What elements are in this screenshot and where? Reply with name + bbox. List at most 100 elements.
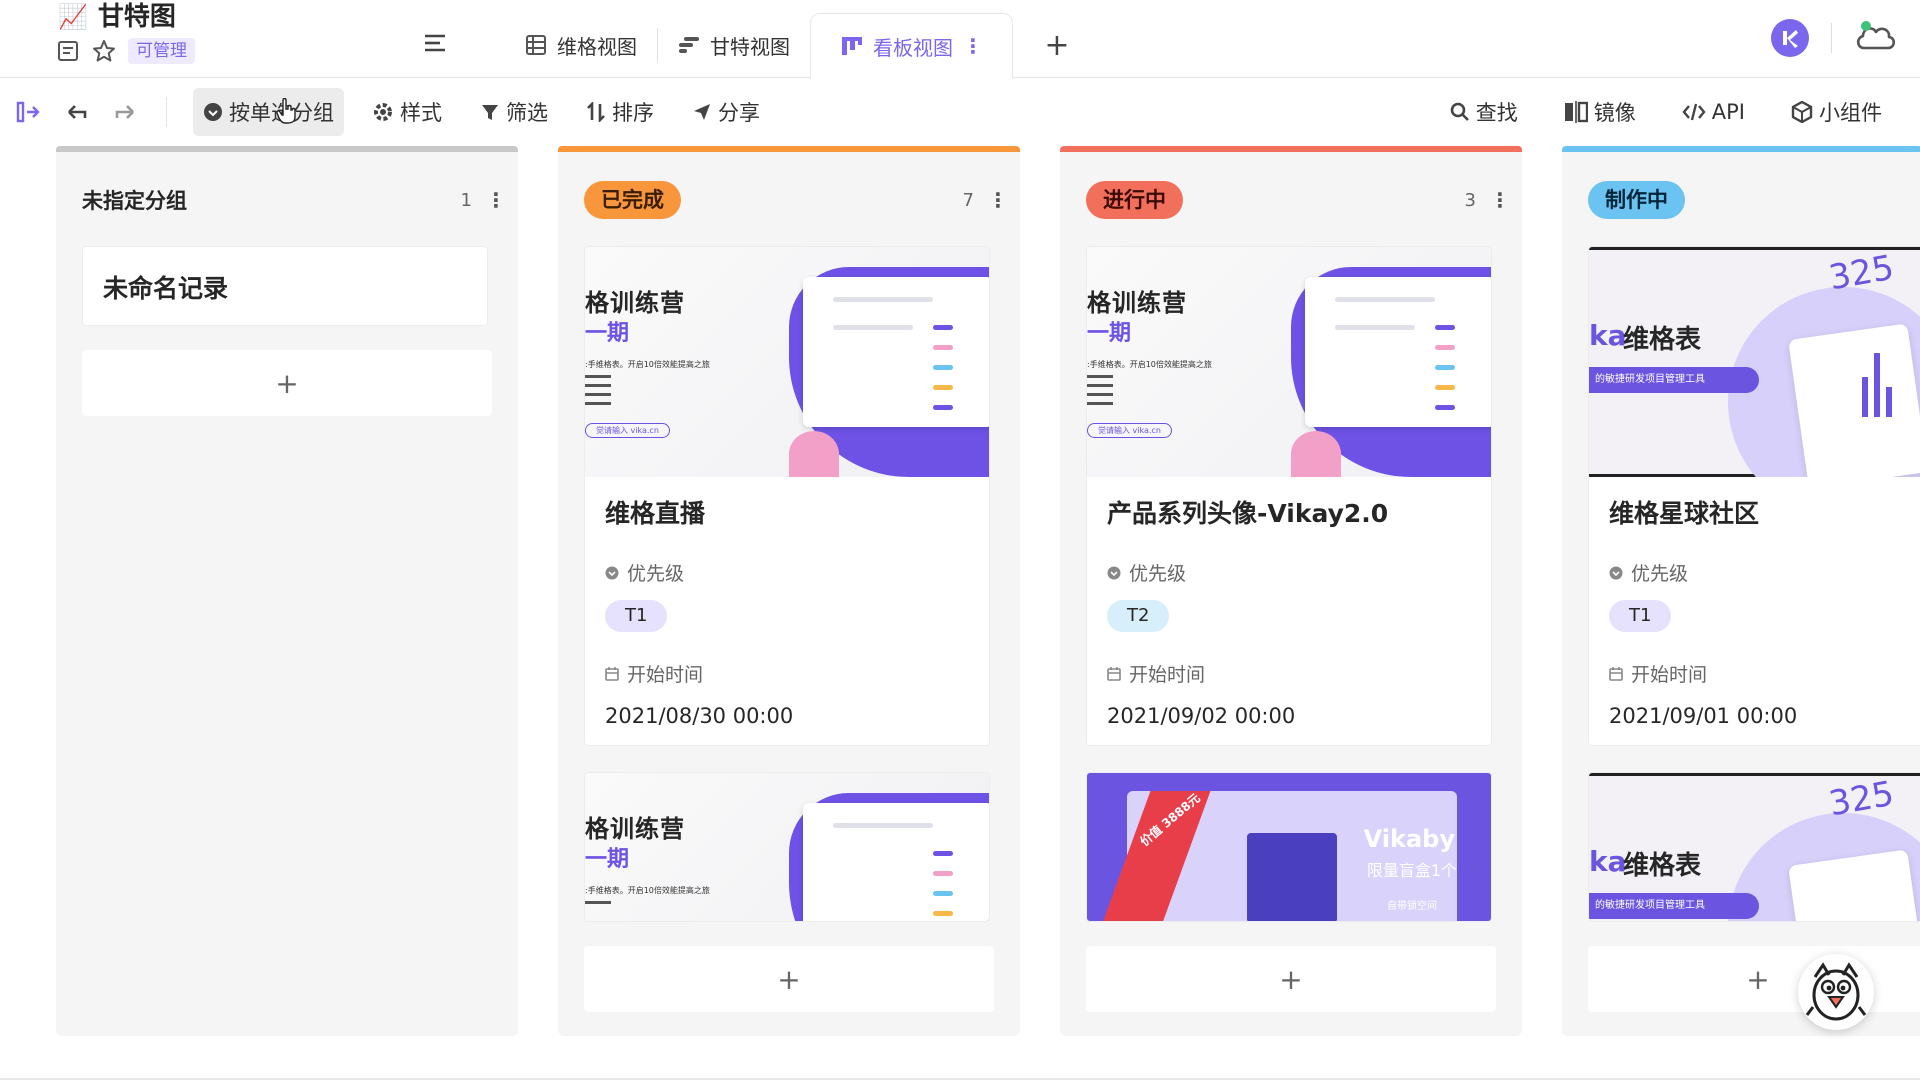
record-card[interactable]: 价值 3888元 Vikaby 限量盲盒1个 自带锁空间 — [1086, 772, 1492, 922]
field-label: 开始时间 — [1107, 660, 1471, 687]
field-label: 开始时间 — [605, 660, 969, 687]
card-body: 产品系列头像-Vikay2.0 优先级 T2 开始时间 2021/09/02 0… — [1087, 477, 1491, 731]
add-record-button[interactable]: + — [1086, 946, 1496, 1012]
gear-icon — [374, 103, 392, 121]
menu-icon[interactable] — [422, 30, 450, 58]
group-by-button[interactable]: 按单选分组 — [193, 88, 344, 136]
filter-icon — [482, 105, 498, 120]
mascot-helper-icon[interactable] — [1798, 954, 1874, 1030]
vika-logo-icon[interactable] — [1771, 19, 1809, 57]
cover-caption: :手维格表。开启10倍效能提高之旅 — [1087, 360, 1212, 369]
hand-cursor-icon — [276, 98, 296, 124]
card-cover-image: 325 ka 维格表 的敏捷研发项目管理工具 — [1589, 247, 1920, 477]
search-button[interactable]: 查找 — [1440, 88, 1528, 136]
start-time-value: 2021/09/01 00:00 — [1609, 704, 1798, 728]
column-header: 未指定分组 1 ⋮ — [82, 180, 506, 220]
card-title: 维格直播 — [605, 499, 706, 528]
add-view-button[interactable]: + — [1037, 25, 1077, 65]
mirror-icon — [1564, 101, 1588, 123]
field-label: 优先级 — [1609, 559, 1908, 586]
redo-icon[interactable] — [110, 97, 140, 127]
tab-grid-view[interactable]: 维格视图 — [505, 12, 657, 78]
share-label: 分享 — [718, 101, 760, 125]
kanban-column: 未指定分组 1 ⋮ 未命名记录 + — [56, 146, 518, 1036]
tab-more-icon[interactable]: ⋮ — [963, 34, 983, 58]
card-cover-image: 325 ka 维格表 的敏捷研发项目管理工具 — [1589, 773, 1920, 921]
priority-tag: T1 — [605, 600, 668, 632]
share-icon — [694, 104, 710, 120]
column-color-bar — [56, 146, 518, 152]
field-label: 优先级 — [605, 559, 969, 586]
column-title[interactable]: 制作中 — [1588, 181, 1685, 219]
record-card[interactable]: 325 ka 维格表 的敏捷研发项目管理工具 维格星球社区 优先级 T1 开始时… — [1588, 246, 1920, 746]
tab-kanban-view[interactable]: 看板视图 ⋮ — [810, 13, 1013, 79]
share-button[interactable]: 分享 — [682, 88, 770, 136]
calendar-icon — [1107, 666, 1121, 681]
calendar-icon — [605, 666, 619, 681]
card-title: 产品系列头像-Vikay2.0 — [1107, 499, 1389, 528]
description-icon[interactable] — [56, 39, 80, 63]
record-card[interactable]: 325 ka 维格表 的敏捷研发项目管理工具 — [1588, 772, 1920, 922]
header-divider — [1831, 23, 1832, 53]
start-time-value: 2021/09/02 00:00 — [1107, 704, 1296, 728]
add-record-button[interactable]: + — [584, 946, 994, 1012]
mirror-button[interactable]: 镜像 — [1554, 88, 1646, 136]
cover-heading: 维格表 — [1623, 325, 1702, 355]
cube-icon — [1791, 101, 1813, 123]
style-button[interactable]: 样式 — [362, 88, 452, 136]
widget-button[interactable]: 小组件 — [1781, 88, 1892, 136]
star-icon[interactable] — [92, 39, 116, 63]
card-cover-image: 格训练营 一期 :手维格表。开启10倍效能提高之旅 — [585, 773, 989, 921]
header: 📈 甘特图 可管理 维格视图 甘特视图 看板视图 ⋮ + — [0, 0, 1920, 79]
column-more-icon[interactable]: ⋮ — [988, 188, 1008, 212]
tab-label: 甘特视图 — [710, 34, 790, 59]
column-count: 3 — [1464, 189, 1476, 211]
column-more-icon[interactable]: ⋮ — [486, 188, 506, 212]
sort-label: 排序 — [612, 101, 654, 125]
record-card[interactable]: 格训练营 一期 :手维格表。开启10倍效能提高之旅 — [584, 772, 990, 922]
cover-prefix: ka — [1589, 845, 1627, 878]
header-right — [1771, 18, 1898, 58]
expand-sidebar-icon[interactable] — [14, 97, 44, 127]
start-time-label: 开始时间 — [1631, 664, 1708, 686]
toolbar-divider — [166, 97, 167, 127]
record-card[interactable]: 格训练营 一期 :手维格表。开启10倍效能提高之旅 觉请输入 vika.cn 维… — [584, 246, 990, 746]
tab-gantt-view[interactable]: 甘特视图 — [658, 12, 810, 78]
column-header: 制作中 — [1588, 180, 1900, 220]
kanban-column: 制作中 325 ka 维格表 的敏捷研发项目管理工具 维格星球社区 优先级 T1… — [1562, 146, 1920, 1036]
single-select-icon — [605, 566, 619, 580]
mirror-label: 镜像 — [1593, 101, 1636, 125]
api-button[interactable]: API — [1672, 88, 1755, 136]
tab-label: 维格视图 — [557, 34, 637, 59]
cover-caption: 的敏捷研发项目管理工具 — [1589, 367, 1759, 393]
permission-badge: 可管理 — [128, 38, 195, 64]
cover-heading: 维格表 — [1623, 851, 1702, 881]
column-more-icon[interactable]: ⋮ — [1490, 188, 1510, 212]
sort-button[interactable]: 排序 — [576, 88, 664, 136]
cover-heading: Vikaby — [1363, 825, 1455, 853]
record-card[interactable]: 未命名记录 — [82, 246, 488, 326]
kanban-view-icon — [841, 35, 863, 57]
column-title[interactable]: 未指定分组 — [82, 185, 187, 215]
group-icon — [204, 103, 222, 121]
priority-tag: T2 — [1107, 600, 1170, 632]
column-title[interactable]: 已完成 — [584, 181, 681, 219]
card-cover-image: 格训练营 一期 :手维格表。开启10倍效能提高之旅 觉请输入 vika.cn — [1087, 247, 1491, 477]
style-label: 样式 — [400, 101, 442, 125]
column-title[interactable]: 进行中 — [1086, 181, 1183, 219]
add-record-button[interactable]: + — [82, 350, 492, 416]
column-header: 进行中 3 ⋮ — [1086, 180, 1510, 220]
undo-icon[interactable] — [62, 97, 92, 127]
priority-label: 优先级 — [1129, 563, 1187, 585]
cloud-sync-icon[interactable] — [1854, 18, 1898, 58]
filter-button[interactable]: 筛选 — [470, 88, 558, 136]
page-title[interactable]: 甘特图 — [98, 2, 176, 32]
record-card[interactable]: 格训练营 一期 :手维格表。开启10倍效能提高之旅 觉请输入 vika.cn 产… — [1086, 246, 1492, 746]
column-count: 1 — [460, 189, 472, 211]
priority-label: 优先级 — [627, 563, 685, 585]
app: 📈 甘特图 可管理 维格视图 甘特视图 看板视图 ⋮ + 样式 筛选 排序 分享… — [0, 0, 1920, 1080]
toolbar-left: 按单选分组 样式 筛选 排序 分享 — [14, 86, 770, 138]
kanban-column: 进行中 3 ⋮ 格训练营 一期:手维格表。开启10倍效能提高之旅 觉请输入 v… — [1060, 146, 1522, 1036]
view-tabs: 维格视图 甘特视图 看板视图 ⋮ + — [505, 12, 1077, 79]
single-select-icon — [1107, 566, 1121, 580]
